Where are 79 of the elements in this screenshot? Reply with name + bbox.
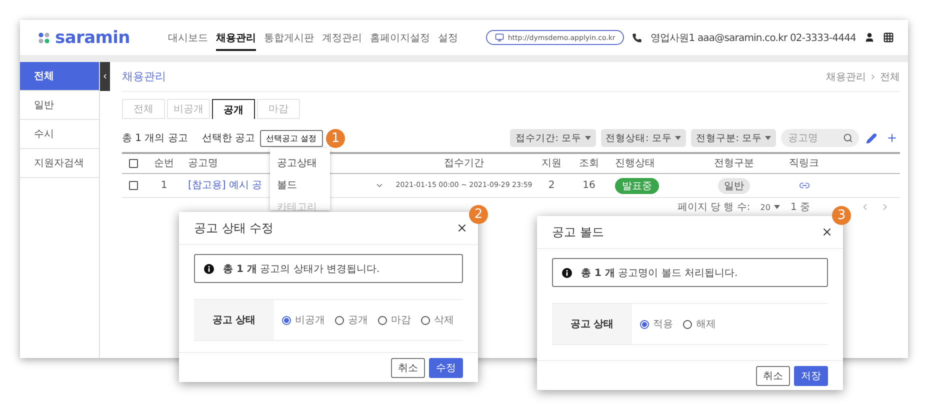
close-button[interactable] bbox=[821, 226, 833, 238]
type-tag: 일반 bbox=[718, 178, 750, 194]
checkbox[interactable] bbox=[128, 159, 138, 168]
page-title: 채용관리 bbox=[122, 69, 166, 84]
table-cell: 1 bbox=[160, 180, 168, 192]
breadcrumb-item: 전체 bbox=[880, 70, 900, 84]
radio-option[interactable]: 마감 bbox=[378, 313, 411, 327]
column-header: 조회 bbox=[579, 158, 599, 170]
page-range: 1 중 bbox=[790, 201, 810, 214]
filter-dropdown[interactable]: 접수기간: 모두 bbox=[510, 129, 596, 147]
cancel-button[interactable]: 취소 bbox=[391, 358, 425, 378]
sidebar-item[interactable]: 지원자검색 bbox=[20, 149, 99, 178]
phone-icon bbox=[632, 32, 642, 42]
nav-item[interactable]: 계정관리 bbox=[322, 24, 362, 50]
tab[interactable]: 공개 bbox=[212, 99, 255, 119]
caret-icon bbox=[584, 136, 591, 140]
job-title-link[interactable]: [참고용] 예시 공 bbox=[188, 180, 262, 192]
checkbox[interactable] bbox=[128, 181, 138, 190]
dialog-title: 공고 볼드 bbox=[552, 224, 604, 240]
user-icon[interactable] bbox=[864, 32, 875, 43]
column-header: 접수기간 bbox=[444, 158, 484, 170]
collapse-button[interactable]: ‹ bbox=[100, 62, 110, 91]
column-header: 진행상태 bbox=[615, 158, 655, 170]
logo-text: saramin bbox=[55, 28, 130, 48]
search-field[interactable]: 공고명 bbox=[781, 129, 859, 147]
confirm-button[interactable]: 저장 bbox=[794, 366, 828, 386]
cancel-button[interactable]: 취소 bbox=[756, 366, 790, 386]
info-icon bbox=[204, 264, 214, 274]
radio-option[interactable]: 적용 bbox=[640, 317, 673, 331]
bulk-settings-button[interactable]: 선택공고 설정 bbox=[260, 130, 323, 146]
radio-option[interactable]: 공개 bbox=[335, 313, 368, 327]
field-label: 공고 상태 bbox=[194, 300, 274, 340]
search-icon bbox=[843, 133, 853, 143]
sidebar-item[interactable]: 일반 bbox=[20, 91, 99, 120]
table-cell: 16 bbox=[582, 180, 596, 192]
column-header: 전형구분 bbox=[714, 158, 754, 170]
monitor-icon bbox=[494, 33, 504, 42]
link-icon[interactable] bbox=[798, 180, 810, 191]
rows-per-page-select[interactable]: 20 bbox=[760, 202, 780, 212]
column-header: 지원 bbox=[542, 158, 562, 170]
nav-item[interactable]: 설정 bbox=[438, 24, 458, 50]
result-count: 총 1 개의 공고 bbox=[122, 132, 188, 145]
table-cell: 2 bbox=[548, 180, 555, 192]
info-message: 총 1 개 공고명이 볼드 처리됩니다. bbox=[581, 266, 738, 280]
selection-label: 선택한 공고 bbox=[202, 132, 256, 145]
filter-dropdown[interactable]: 전형구분: 모두 bbox=[690, 129, 776, 147]
menu-item[interactable]: 공고상태 bbox=[270, 152, 330, 174]
contact-info: 영업사원1 aaa@saramin.co.kr 02-3333-4444 bbox=[650, 32, 856, 44]
menu-item[interactable]: 볼드 bbox=[270, 174, 330, 196]
rows-per-page-label: 페이지 당 행 수: bbox=[677, 201, 750, 214]
caret-icon bbox=[774, 205, 780, 209]
close-button[interactable] bbox=[456, 222, 468, 234]
sidebar-item[interactable]: 전체 bbox=[20, 62, 99, 91]
breadcrumb-item: 채용관리 bbox=[826, 70, 866, 84]
nav-item[interactable]: 홈페이지설정 bbox=[370, 24, 430, 50]
column-header: 순번 bbox=[154, 158, 174, 170]
nav-item[interactable]: 대시보드 bbox=[168, 24, 208, 50]
status-badge: 발표중 bbox=[615, 178, 659, 194]
sidebar-item[interactable]: 수시 bbox=[20, 120, 99, 149]
radio-option[interactable]: 삭제 bbox=[421, 313, 454, 327]
info-message: 총 1 개 공고의 상태가 변경됩니다. bbox=[223, 262, 380, 276]
caret-icon bbox=[674, 136, 681, 140]
column-header: 공고명 bbox=[188, 158, 218, 170]
radio-option[interactable]: 비공개 bbox=[282, 313, 325, 327]
dialog-title: 공고 상태 수정 bbox=[194, 220, 274, 236]
nav-item[interactable]: 통합게시판 bbox=[264, 24, 314, 50]
apps-icon[interactable] bbox=[883, 32, 894, 43]
confirm-button[interactable]: 수정 bbox=[429, 358, 463, 378]
radio-option[interactable]: 해제 bbox=[683, 317, 716, 331]
chevron-icon[interactable] bbox=[374, 181, 384, 190]
pencil-icon[interactable] bbox=[864, 132, 879, 144]
caret-icon bbox=[765, 136, 771, 140]
nav-item[interactable]: 채용관리 bbox=[216, 24, 256, 50]
info-icon bbox=[562, 268, 572, 278]
chevron-icon bbox=[869, 72, 877, 80]
field-label: 공고 상태 bbox=[552, 304, 632, 344]
column-header: 직링크 bbox=[789, 158, 819, 170]
logo-icon bbox=[38, 32, 50, 44]
filter-dropdown[interactable]: 전형상태: 모두 bbox=[600, 129, 686, 147]
